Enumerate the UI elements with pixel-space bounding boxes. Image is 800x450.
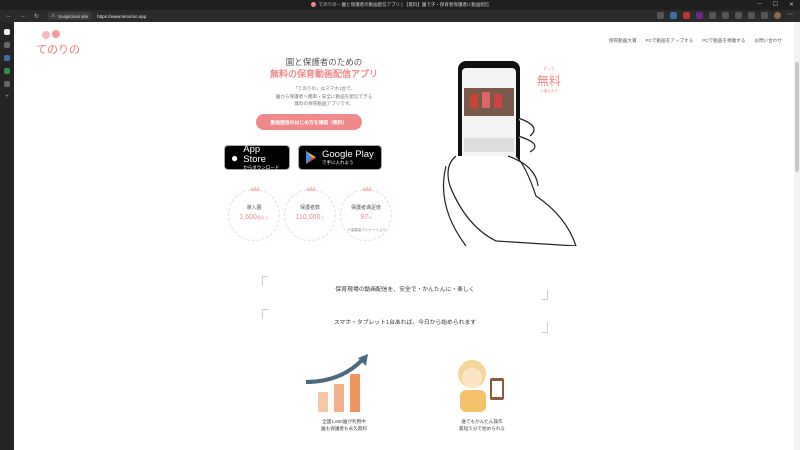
free-badge-main: 無料 (536, 74, 561, 88)
sidebar-add-icon[interactable]: + (4, 94, 10, 100)
crown-icon (251, 186, 259, 191)
free-badge-bottom: で使えます (540, 89, 558, 93)
reload-icon[interactable]: ↻ (34, 13, 39, 20)
extensions-bar: ⋯ (657, 12, 794, 19)
feature-line: 全国1,600園が利用中 (322, 419, 366, 424)
profile-avatar[interactable] (774, 12, 781, 19)
google-play-sublabel: で手に入れよう (322, 160, 354, 165)
back-icon[interactable]: ← (6, 13, 12, 20)
stat-unit: 園以上 (256, 215, 269, 220)
app-store-button[interactable]: ● App Store からダウンロード (224, 145, 290, 170)
url-field[interactable]: https://www.tenorino.app (97, 14, 146, 19)
extension-icon[interactable] (722, 12, 729, 19)
feature-caption-1: 全国1,600園が利用中 園も保護者も永久無料 (289, 418, 399, 432)
close-icon[interactable]: ✕ (789, 1, 794, 8)
stat-label: 保護者数 (299, 205, 320, 211)
section-headline-text: スマホ・タブレット1台あれば、今日から始められます (333, 319, 477, 326)
google-play-icon (306, 151, 316, 164)
window-controls: ─ ☐ ✕ (757, 1, 794, 8)
section-headline-1: 保育現場の動画配信を、安全で・かんたんに・楽しく (262, 276, 548, 300)
tab-favicon-icon (310, 2, 316, 8)
warning-icon: ⚠ (51, 13, 56, 18)
google-play-button[interactable]: で手に入れよう Google Play で手に入れよう (298, 145, 382, 170)
address-bar: ← → ↻ ⚠ Suspicious site https://www.teno… (0, 10, 800, 22)
nav-link-contact[interactable]: お問い合わせ (754, 38, 782, 44)
extension-icon[interactable] (657, 12, 664, 19)
web-page: てのりの 保育動画大賞 PCで動画をアップする PCで動画を視聴する お問い合わ… (14, 22, 794, 450)
hero-title: 無料の保育動画配信アプリ (269, 69, 378, 79)
stat-unit: 人 (320, 215, 325, 220)
security-badge[interactable]: ⚠ Suspicious site (47, 12, 93, 20)
top-navigation: 保育動画大賞 PCで動画をアップする PCで動画を視聴する お問い合わせ (609, 38, 782, 44)
stat-unit: % (368, 215, 372, 220)
extension-icon[interactable] (748, 12, 755, 19)
title-bar: てのりの – 園と保護者の動画配信アプリ | 【無料】園で子・保育者保護者に動画… (0, 0, 800, 10)
hero-desc-line: 園から保護者へ簡単・安全に動画を配信できる (275, 93, 373, 99)
stats-footnote: ※保護者アンケートより (347, 228, 387, 232)
nav-buttons: ← → ↻ (6, 13, 39, 20)
apple-icon: ● (231, 150, 239, 165)
sidebar-app-icon[interactable] (4, 55, 10, 61)
tab-title[interactable]: てのりの – 園と保護者の動画配信アプリ | 【無料】園で子・保育者保護者に動画… (319, 2, 490, 7)
app-store-label: App Store (243, 144, 266, 165)
extension-icon[interactable] (709, 12, 716, 19)
extension-icon[interactable] (683, 12, 690, 19)
maximize-icon[interactable]: ☐ (773, 1, 778, 8)
nav-link-award[interactable]: 保育動画大賞 (609, 38, 637, 44)
hero-desc-line: 無料の保育動画アプリです。 (294, 101, 354, 106)
corner-decoration (262, 276, 268, 286)
sidebar-app-icon[interactable] (4, 81, 10, 87)
stat-value: 97 (360, 214, 369, 221)
corner-decoration (262, 309, 268, 319)
stat-installed: 導入園 1,600園以上 (228, 186, 280, 241)
feature-caption-2: 誰でもかんたん操作 最短５分で始められる (427, 418, 537, 432)
nav-link-pc-view[interactable]: PCで動画を視聴する (702, 38, 745, 44)
sidebar-app-icon[interactable] (4, 29, 10, 35)
forward-icon[interactable]: → (20, 13, 26, 20)
logo-text: てのりの (36, 43, 80, 56)
nav-link-pc-upload[interactable]: PCで動画をアップする (646, 38, 694, 44)
extension-icon[interactable] (761, 12, 768, 19)
free-badge: ずっと 無料 で使えます (529, 66, 569, 94)
stat-value-wrap: 110,000人 (285, 214, 335, 221)
stat-value: 1,600 (239, 214, 257, 221)
extension-icon[interactable] (696, 12, 703, 19)
extension-icon[interactable] (735, 12, 742, 19)
corner-decoration (542, 290, 548, 300)
stat-label: 保護者満足度 (350, 205, 381, 211)
scrollbar-thumb[interactable] (795, 62, 799, 172)
security-label: Suspicious site (58, 13, 89, 19)
hero-desc-line: 「てのりの」はスマホ1台で、 (293, 86, 355, 91)
cta-button[interactable]: 動画配信のはじめ方を確認（無料） (256, 114, 362, 130)
google-play-label: Google Play (322, 149, 374, 160)
minimize-icon[interactable]: ─ (757, 1, 761, 8)
menu-icon[interactable]: ⋯ (787, 12, 794, 19)
stat-value-wrap: 1,600園以上 (229, 214, 279, 221)
corner-decoration (542, 323, 548, 333)
extension-icon[interactable] (670, 12, 677, 19)
sidebar-bookmark-icon[interactable] (4, 42, 10, 48)
crown-icon (307, 186, 315, 191)
stat-value: 110,000 (295, 214, 321, 221)
scrollbar[interactable] (794, 22, 800, 450)
feature-line: 誰でもかんたん操作 (461, 419, 503, 424)
section-headline-text: 保育現場の動画配信を、安全で・かんたんに・楽しく (335, 286, 475, 293)
feature-line: 最短５分で始められる (459, 426, 505, 431)
feature-line: 園も保護者も永久無料 (321, 426, 367, 431)
stat-parents: 保護者数 110,000人 (284, 186, 336, 241)
hero-description: 「てのりの」はスマホ1台で、 園から保護者へ簡単・安全に動画を配信できる 無料の… (259, 85, 389, 108)
stat-label: 導入園 (246, 205, 262, 211)
section-headline-2: スマホ・タブレット1台あれば、今日から始められます (262, 309, 548, 333)
window-title: てのりの – 園と保護者の動画配信アプリ | 【無料】園で子・保育者保護者に動画… (0, 2, 800, 8)
stat-value-wrap: 97% (341, 214, 391, 221)
stat-satisfaction: 保護者満足度 97% (340, 186, 392, 241)
crown-icon (363, 186, 371, 191)
browser-sidebar: + (0, 22, 14, 450)
app-store-sublabel: からダウンロード (243, 165, 280, 170)
growth-chart-illustration (305, 354, 368, 412)
sidebar-app-icon[interactable] (4, 68, 10, 74)
easy-operation-illustration (458, 360, 504, 412)
site-logo[interactable]: てのりの (30, 28, 80, 58)
